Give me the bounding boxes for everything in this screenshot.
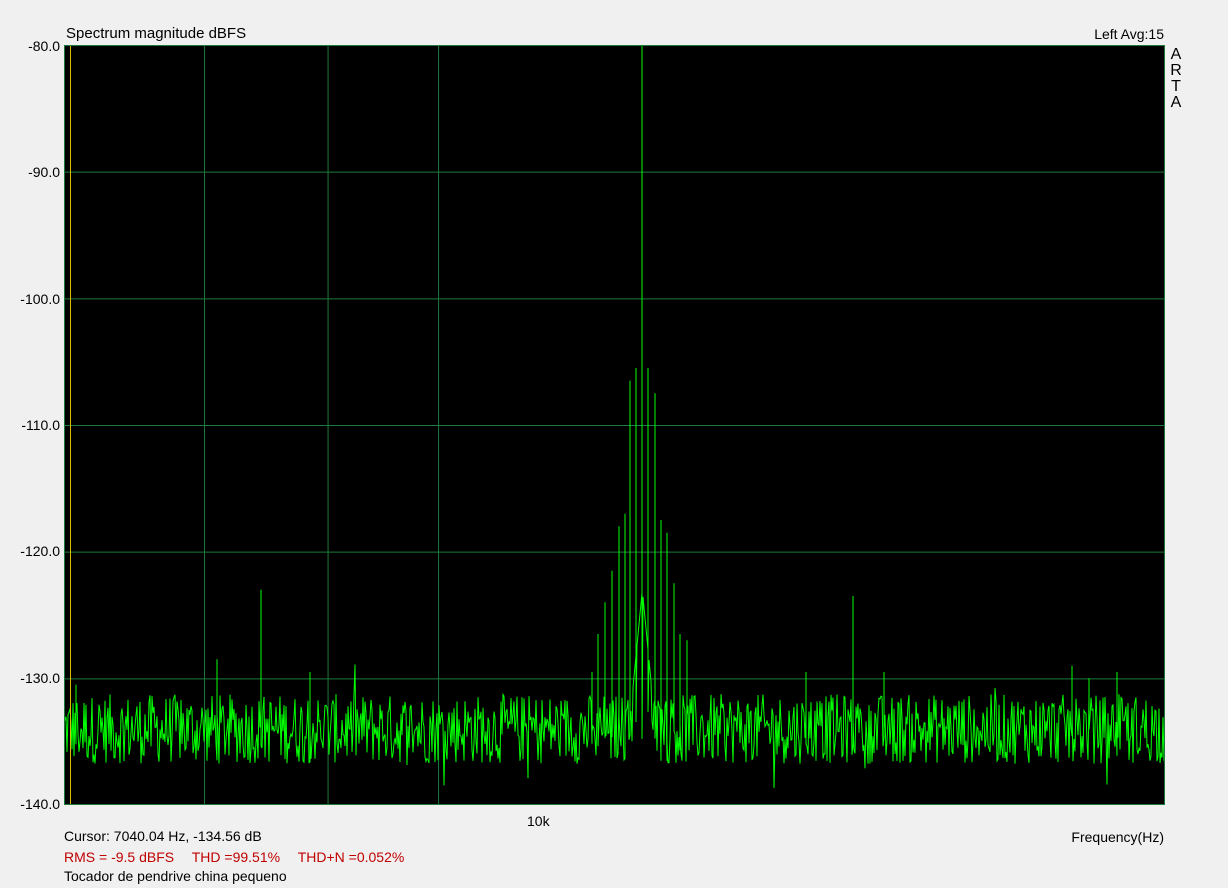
plot-area[interactable] [64, 45, 1165, 805]
thd-value: THD =99.51% [191, 849, 281, 865]
logo-letter: A [1170, 46, 1182, 63]
x-axis-label: Frequency(Hz) [1071, 829, 1164, 845]
x-tick-label: 10k [527, 813, 550, 829]
y-tick-label: -120.0 [20, 543, 60, 559]
logo-letter: T [1171, 78, 1181, 95]
measurement-note: Tocador de pendrive china pequeno [64, 868, 287, 884]
y-tick-label: -100.0 [20, 291, 60, 307]
y-tick-label: -130.0 [20, 670, 60, 686]
channel-info: Left Avg:15 [1094, 26, 1164, 42]
rms-value: RMS = -9.5 dBFS [64, 849, 175, 865]
thdn-value: THD+N =0.052% [297, 849, 405, 865]
logo-letter: R [1170, 62, 1182, 79]
y-tick-label: -80.0 [28, 38, 60, 54]
chart-title: Spectrum magnitude dBFS [66, 25, 247, 42]
arta-logo: A R T A [1169, 47, 1183, 111]
stats-readout: RMS = -9.5 dBFS THD =99.51% THD+N =0.052… [64, 849, 418, 865]
logo-letter: A [1170, 94, 1182, 111]
y-tick-label: -140.0 [20, 796, 60, 812]
cursor-readout: Cursor: 7040.04 Hz, -134.56 dB [64, 828, 262, 844]
y-tick-label: -90.0 [28, 164, 60, 180]
y-tick-label: -110.0 [21, 417, 60, 433]
